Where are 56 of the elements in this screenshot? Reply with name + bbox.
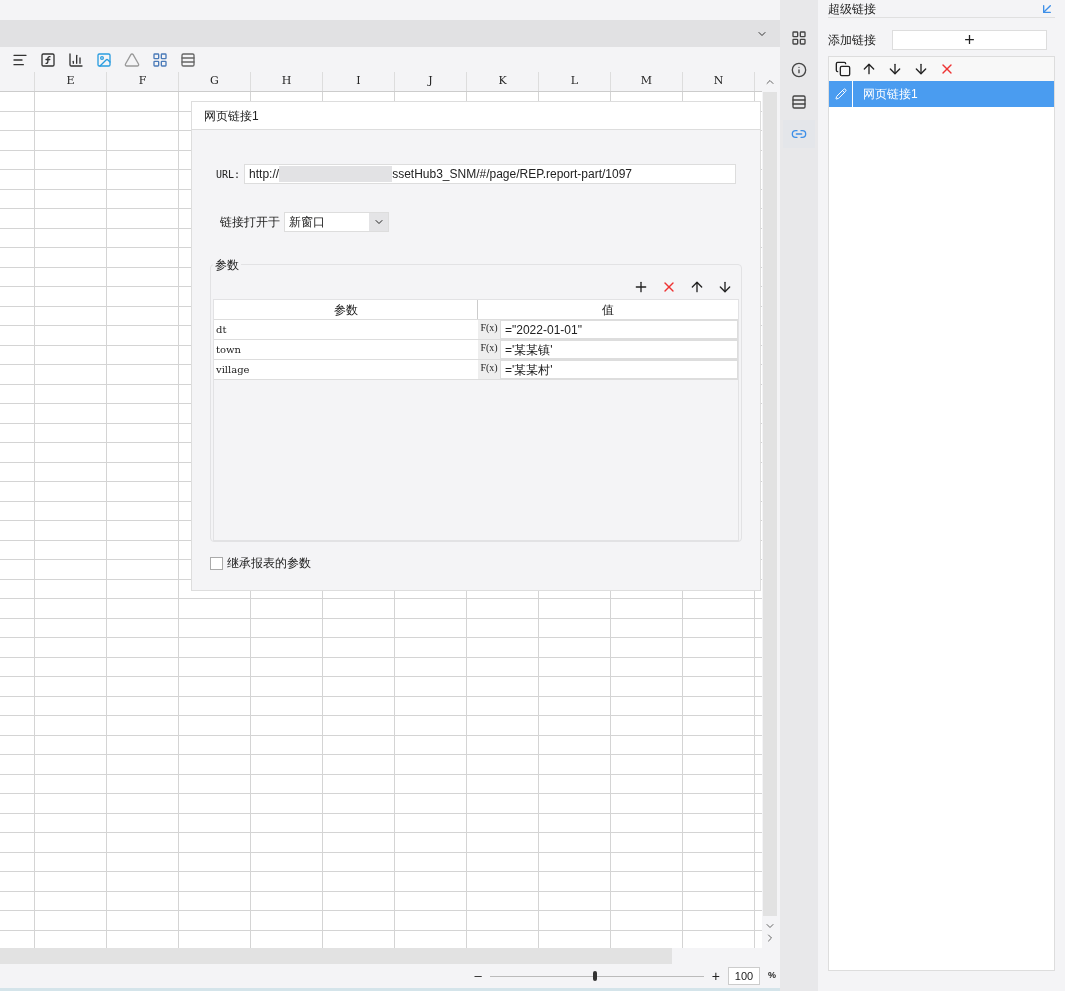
info-icon <box>791 62 807 78</box>
pencil-icon <box>834 88 847 100</box>
column-header[interactable]: F <box>107 72 179 91</box>
copy-icon[interactable] <box>835 61 851 77</box>
zoom-out-button[interactable]: – <box>474 966 482 986</box>
param-value-field[interactable]: ='某某镇' <box>500 340 738 359</box>
dialog-title: 网页链接1 <box>204 107 259 125</box>
column-header: 参数 <box>214 300 478 319</box>
zoom-field[interactable]: 100 <box>728 967 760 985</box>
formula-button[interactable]: F(x) <box>478 360 500 379</box>
zoom-slider[interactable] <box>489 971 704 981</box>
column-header[interactable]: I <box>323 72 395 91</box>
image-icon[interactable] <box>96 51 112 68</box>
column-header[interactable]: H <box>251 72 323 91</box>
add-link-button[interactable]: + <box>892 30 1047 50</box>
move-up-icon[interactable] <box>861 61 877 77</box>
sort-down-icon[interactable] <box>913 61 929 77</box>
table-icon[interactable] <box>180 51 196 68</box>
url-field[interactable]: http:// ssetHub3_SNM/#/page/REP.report-part/1097 <box>244 164 737 184</box>
open-in-select[interactable]: 新窗口 <box>284 212 389 232</box>
inherit-checkbox[interactable] <box>210 556 223 570</box>
link-label: 网页链接1 <box>862 86 918 103</box>
param-value-field[interactable]: ="2022-01-01" <box>500 320 738 339</box>
column-header[interactable]: K <box>467 72 539 91</box>
column-header[interactable]: G <box>179 72 251 91</box>
layout-icon[interactable] <box>152 51 168 68</box>
param-name-cell[interactable]: town <box>214 340 478 359</box>
formula-button[interactable]: F(x) <box>478 320 500 339</box>
formula-button[interactable]: F(x) <box>478 340 500 359</box>
panel-title: 超级链接 <box>828 0 876 18</box>
add-icon[interactable] <box>633 279 649 295</box>
url-label: URL: <box>216 167 241 182</box>
param-name-cell[interactable]: dt <box>214 320 478 339</box>
formula-icon[interactable] <box>40 51 56 68</box>
open-in-label: 链接打开于 <box>220 214 280 231</box>
percent-label: % <box>768 969 776 983</box>
rows-icon <box>791 94 807 110</box>
move-down-icon[interactable] <box>887 61 903 77</box>
param-name-cell[interactable]: village <box>214 360 478 379</box>
add-link-label: 添加链接 <box>828 32 876 49</box>
move-down-icon[interactable] <box>717 279 733 295</box>
params-legend: 参数 <box>213 256 241 274</box>
column-header[interactable]: J <box>395 72 467 91</box>
column-header[interactable]: E <box>35 72 107 91</box>
grid-icon <box>791 30 807 46</box>
column-header[interactable]: M <box>611 72 683 91</box>
vertical-scrollbar[interactable] <box>763 92 777 916</box>
zoom-in-button[interactable]: + <box>711 965 720 987</box>
chart-icon[interactable] <box>68 51 84 68</box>
move-up-icon[interactable] <box>689 279 705 295</box>
column-header[interactable]: N <box>683 72 755 91</box>
column-header: 值 <box>601 301 615 319</box>
column-header[interactable]: L <box>539 72 611 91</box>
inherit-label: 继承报表的参数 <box>227 555 311 572</box>
horizontal-scrollbar[interactable] <box>0 948 672 964</box>
param-value-field[interactable]: ='某某村' <box>500 360 738 379</box>
